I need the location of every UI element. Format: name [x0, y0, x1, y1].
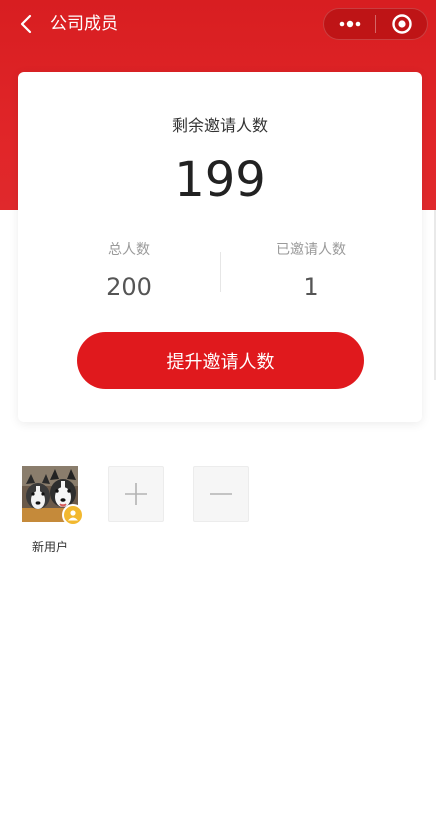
avatar[interactable]: [22, 466, 84, 526]
add-member-button[interactable]: [108, 466, 164, 522]
invited-value: 1: [303, 273, 319, 301]
total-value: 200: [106, 273, 152, 301]
remove-member-button[interactable]: [193, 466, 249, 522]
remaining-value: 199: [174, 152, 266, 208]
page-title: 公司成员: [50, 14, 118, 34]
invited-stat: 已邀请人数 1: [210, 240, 412, 302]
close-button[interactable]: [376, 9, 427, 39]
total-stat: 总人数 200: [28, 240, 230, 302]
back-button[interactable]: [12, 10, 40, 38]
page: 公司成员 剩余邀请人数 199 总人数 200 已邀请人数 1 提升邀请人数 新…: [0, 0, 436, 821]
plus-icon: [125, 483, 147, 505]
chevron-left-icon: [20, 14, 32, 34]
more-button[interactable]: [324, 9, 375, 39]
member-name: 新用户: [31, 540, 68, 554]
user-badge: [62, 504, 84, 526]
nav-bar: 公司成员: [0, 0, 436, 48]
invite-stats-card: 剩余邀请人数 199 总人数 200 已邀请人数 1 提升邀请人数: [18, 72, 422, 422]
total-label: 总人数: [108, 242, 150, 258]
upgrade-invite-button[interactable]: 提升邀请人数: [77, 332, 364, 389]
user-badge-icon: [68, 510, 78, 521]
more-dots-icon: [339, 20, 360, 28]
mini-program-capsule: [323, 8, 428, 40]
remaining-label: 剩余邀请人数: [171, 116, 268, 135]
member-item[interactable]: 新用户: [22, 466, 84, 555]
minus-icon: [210, 493, 232, 495]
invited-label: 已邀请人数: [276, 242, 346, 258]
target-circle-icon: [391, 14, 412, 34]
